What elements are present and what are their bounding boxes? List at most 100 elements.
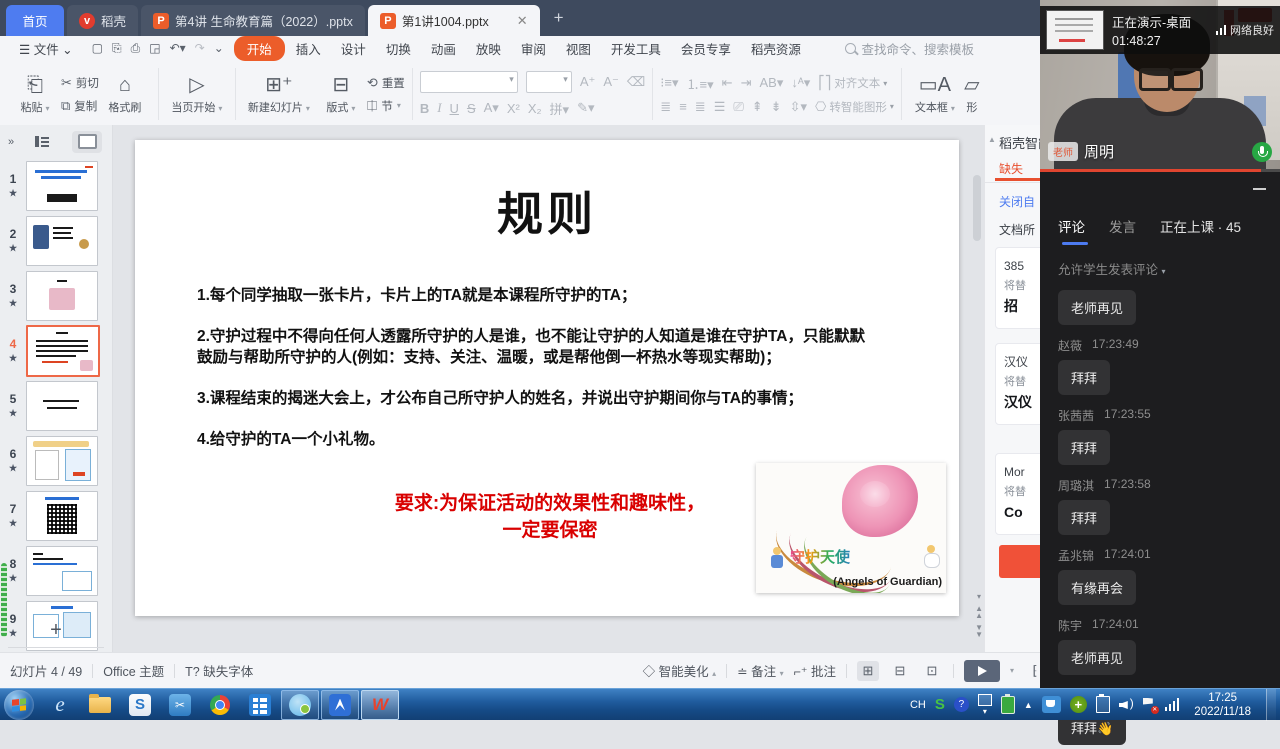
play-options-icon[interactable]: ▾ (1010, 666, 1014, 675)
previous-slide-button[interactable]: ▲▲ (975, 605, 983, 619)
teacher-webcam-video[interactable]: 正在演示-桌面 01:48:27 网络良好 老师 周明 (1040, 0, 1280, 172)
highlight-button[interactable]: ✎▾ (577, 100, 594, 116)
action-center-alert-icon[interactable] (1143, 698, 1156, 712)
slide-thumb-5[interactable]: 5★ (0, 378, 112, 433)
font-size-select[interactable] (526, 71, 572, 93)
minimize-icon[interactable] (1253, 188, 1266, 190)
close-auto-link[interactable]: 关闭自 (999, 193, 1035, 210)
slide-thumb-4-selected[interactable]: 4★ (0, 323, 112, 378)
undo-icon[interactable]: ↶▾ (170, 41, 186, 55)
strikethrough-button[interactable]: S (467, 101, 476, 116)
tray-expand-icon[interactable]: ▲ (1024, 700, 1033, 710)
shape-button-clipped[interactable]: ▱ 形 (961, 74, 983, 115)
canvas-scrollbar[interactable] (973, 175, 981, 241)
text-direction-button[interactable]: AB▾ (759, 75, 783, 91)
thumbnail-view-button[interactable] (72, 131, 102, 153)
scroll-down-icon[interactable]: ▾ (977, 593, 981, 600)
print-icon[interactable]: ⎙ (131, 41, 141, 56)
slideshow-play-button[interactable] (964, 660, 1000, 682)
menu-tab-review[interactable]: 审阅 (512, 37, 555, 60)
font-card[interactable]: 385将替招 (995, 247, 1040, 329)
copy-button[interactable]: ⧉复制 (61, 98, 99, 114)
justify-button[interactable]: ☰ (714, 99, 726, 115)
new-doc-icon[interactable]: ▢ (92, 41, 103, 55)
align-left-button[interactable]: ≣ (660, 99, 671, 115)
smart-beautify-button[interactable]: ◇ 智能美化 ▴ (643, 661, 717, 680)
save-icon[interactable]: ⎘ (112, 41, 122, 56)
tab-home[interactable]: 首页 (6, 5, 64, 36)
menu-tab-member[interactable]: 会员专享 (672, 37, 740, 60)
comments-button[interactable]: ⌐⁺ 批注 (794, 661, 836, 680)
antivirus-tray-icon[interactable]: + (1070, 696, 1087, 713)
slide-thumb-7[interactable]: 7★ (0, 488, 112, 543)
volume-tray-icon[interactable] (1119, 698, 1134, 711)
next-slide-button[interactable]: ▼▼ (975, 624, 983, 638)
missing-font-status[interactable]: Т? 缺失字体 (185, 661, 253, 680)
taskbar-ie-icon[interactable]: e (41, 690, 79, 720)
tab-comments[interactable]: 评论 (1058, 216, 1085, 245)
format-painter-button[interactable]: ⌂ 格式刷 (99, 74, 151, 115)
replace-fonts-button-clipped[interactable] (999, 545, 1040, 578)
distribute-button[interactable]: ⎚ (733, 99, 743, 115)
subscript-button[interactable]: X₂ (528, 101, 542, 116)
reset-button[interactable]: ⟲重置 (367, 75, 405, 91)
sogou-input-icon[interactable]: S (935, 696, 945, 713)
decrease-indent-button[interactable]: ⇤ (722, 75, 733, 91)
tab-speak[interactable]: 发言 (1109, 216, 1136, 245)
normal-view-button[interactable]: ⊞ (857, 661, 879, 681)
bullet-list-button[interactable]: ⁝≡▾ (660, 75, 678, 91)
menu-tab-insert[interactable]: 插入 (287, 37, 330, 60)
taskbar-sogou-browser-icon[interactable]: S (121, 690, 159, 720)
close-tab-icon[interactable]: ✕ (517, 13, 528, 29)
bold-button[interactable]: B (420, 101, 429, 116)
show-desktop-button[interactable] (1266, 689, 1276, 721)
clear-format-icon[interactable]: ⌫ (627, 74, 645, 90)
notes-button[interactable]: ≐ 备注 ▾ (737, 661, 783, 680)
slide-thumb-8[interactable]: 8★ (0, 543, 112, 598)
taskbar-wps-icon[interactable]: W (361, 690, 399, 720)
collapse-panel-icon[interactable]: » (8, 136, 14, 148)
menu-tab-view[interactable]: 视图 (557, 37, 600, 60)
redo-icon[interactable]: ↷ (195, 41, 205, 55)
shared-screen-thumbnail[interactable] (1046, 10, 1104, 50)
taskbar-qq-icon[interactable] (281, 690, 319, 720)
section-button[interactable]: ⎅节 ▾ (367, 98, 405, 114)
taskbar-docs-app-icon[interactable] (321, 690, 359, 720)
to-smartart-button[interactable]: ⎔转智能图形▾ (815, 99, 894, 115)
slide-thumb-3[interactable]: 3★ (0, 268, 112, 323)
outline-view-button[interactable] (28, 131, 58, 153)
network-tray-icon[interactable] (1165, 698, 1180, 711)
device-tray-icon[interactable] (1096, 696, 1110, 713)
new-tab-button[interactable]: + (554, 8, 564, 28)
menu-tab-animation[interactable]: 动画 (422, 37, 465, 60)
slide-page[interactable]: 规则 1.每个同学抽取一张卡片，卡片上的TA就是本课程所守护的TA； 2.守护过… (135, 140, 959, 616)
phonetic-guide-button[interactable]: 拼▾ (550, 99, 570, 118)
sorter-view-button[interactable]: ⊟ (889, 661, 911, 681)
start-button[interactable] (4, 690, 34, 720)
input-layout-icon[interactable]: ▾ (978, 694, 992, 716)
collapse-ribbon-icon[interactable]: ⌄ (214, 41, 224, 55)
microphone-icon[interactable] (1252, 142, 1272, 162)
new-slide-button[interactable]: ⊞⁺ 新建幻灯片 ▾ (243, 74, 315, 115)
numbered-list-button[interactable]: ⒈≡▾ (687, 74, 714, 93)
italic-button[interactable]: I (437, 100, 441, 116)
collapse-icon[interactable]: ▲ (988, 135, 996, 144)
increase-indent-button[interactable]: ⇥ (741, 75, 752, 91)
paste-button[interactable]: ⎗ 粘贴 ▾ (9, 74, 61, 115)
align-text-button[interactable]: ⎡⎤对齐文本▾ (818, 75, 887, 91)
line-spacing-add-button[interactable]: ⇞ (752, 99, 763, 115)
theme-name[interactable]: Office 主题 (103, 661, 164, 680)
chat-message-list[interactable]: 老师再见 赵薇17:23:49 拜拜 张茜茜17:23:55 拜拜 周璐淇17:… (1040, 278, 1280, 749)
battery-tray-icon[interactable] (1001, 696, 1015, 714)
tab-document-2-active[interactable]: P 第1讲1004.pptx ✕ (368, 5, 540, 36)
menu-tab-design[interactable]: 设计 (332, 37, 375, 60)
missing-font-tab[interactable]: 缺失 (999, 160, 1023, 177)
menu-tab-devtools[interactable]: 开发工具 (602, 37, 670, 60)
increase-font-icon[interactable]: A⁺ (580, 74, 596, 90)
add-slide-button[interactable]: + (0, 619, 112, 642)
menu-tab-docer-res[interactable]: 稻壳资源 (742, 37, 810, 60)
decrease-font-icon[interactable]: A⁻ (603, 74, 619, 90)
slide-thumb-6[interactable]: 6★ (0, 433, 112, 488)
font-card[interactable]: Mor将替Co (995, 453, 1040, 535)
superscript-button[interactable]: X² (507, 101, 520, 116)
